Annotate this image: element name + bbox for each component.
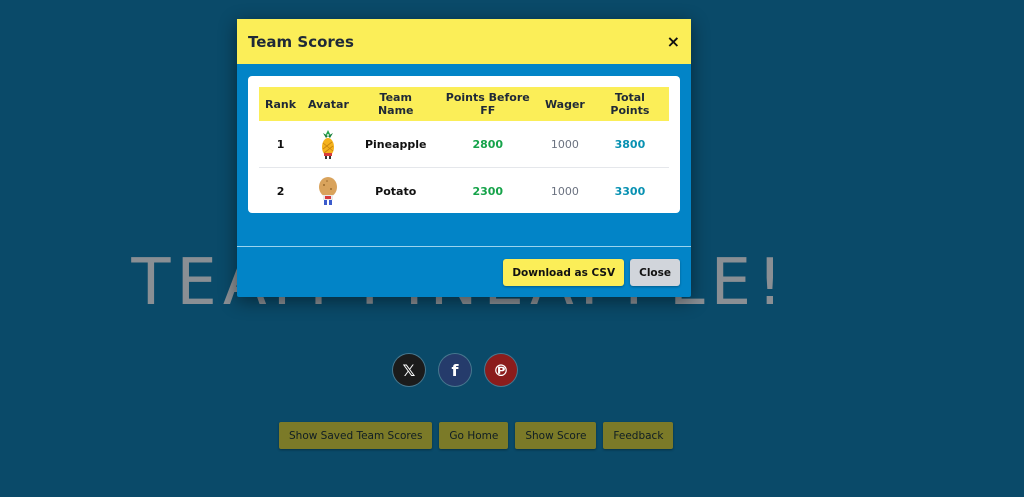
table-row: 1 Pineapple 2800 1000 3800: [259, 121, 669, 168]
modal-title: Team Scores: [248, 32, 354, 51]
share-row: 𝕏 f ℗: [393, 354, 517, 386]
total-points-cell: 3300: [614, 184, 646, 198]
rank-cell: 1: [259, 121, 303, 168]
show-saved-team-scores-button[interactable]: Show Saved Team Scores: [279, 422, 433, 449]
rank-cell: 2: [276, 184, 285, 198]
modal-footer: Download as CSV Close: [503, 259, 680, 286]
points-before-cell: 2300: [472, 184, 504, 198]
modal-body: Rank Avatar Team Name Points Before FF W…: [237, 64, 691, 223]
x-share-icon[interactable]: 𝕏: [393, 354, 425, 386]
team-scores-modal: Team Scores × Rank Avatar Team Name Poin…: [237, 19, 691, 297]
modal-header: Team Scores ×: [237, 19, 691, 64]
potato-avatar-icon: [302, 168, 355, 215]
pineapple-avatar-icon: [302, 121, 355, 168]
footer-divider: [237, 246, 691, 247]
column-total-points: Total Points: [610, 91, 650, 117]
pinterest-share-icon[interactable]: ℗: [485, 354, 517, 386]
column-avatar: Avatar: [308, 97, 349, 111]
column-team-name: Team Name: [377, 91, 414, 117]
points-before-cell: 2800: [436, 121, 539, 168]
scores-card: Rank Avatar Team Name Points Before FF W…: [248, 76, 680, 213]
team-name-cell: Pineapple: [354, 121, 437, 168]
column-rank: Rank: [265, 97, 297, 111]
facebook-share-icon[interactable]: f: [439, 354, 471, 386]
wager-cell: 1000: [550, 184, 579, 198]
action-buttons: Show Saved Team Scores Go Home Show Scor…: [279, 422, 674, 449]
close-icon[interactable]: ×: [667, 32, 680, 51]
download-csv-button[interactable]: Download as CSV: [503, 259, 625, 286]
feedback-button[interactable]: Feedback: [603, 422, 674, 449]
team-name-cell: Potato: [375, 184, 417, 198]
table-row: 2 Potato 2300 1000 3300: [259, 168, 669, 215]
column-wager: Wager: [544, 97, 585, 111]
go-home-button[interactable]: Go Home: [439, 422, 509, 449]
wager-cell: 1000: [538, 121, 591, 168]
scores-table: Rank Avatar Team Name Points Before FF W…: [259, 87, 669, 214]
column-points-before: Points Before FF: [445, 91, 530, 117]
table-header-row: Rank Avatar Team Name Points Before FF W…: [259, 87, 669, 121]
close-button[interactable]: Close: [630, 259, 680, 286]
show-score-button[interactable]: Show Score: [515, 422, 597, 449]
total-points-cell: 3800: [590, 121, 669, 168]
